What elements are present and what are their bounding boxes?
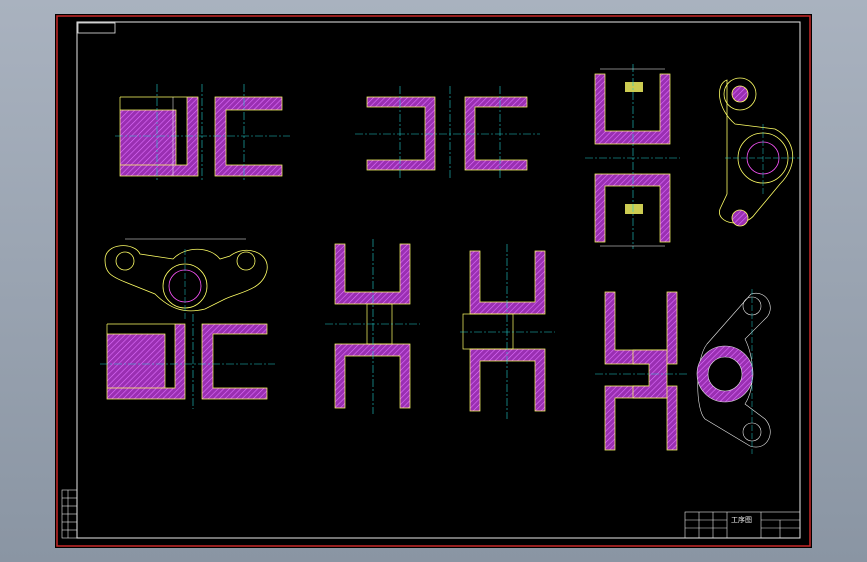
revision-side-table — [61, 489, 78, 539]
view-link-plan-right — [696, 289, 771, 454]
drawing-sheet: 工序图 — [55, 14, 812, 548]
cad-drawing: 工序图 — [56, 15, 811, 547]
view-section-g — [595, 291, 687, 451]
inner-frame — [76, 21, 801, 539]
view-link-plan-top — [719, 77, 800, 227]
title-block-name: 工序图 — [731, 515, 752, 524]
view-section-e — [325, 239, 420, 414]
drawing-number-box — [77, 22, 116, 34]
view-section-d — [100, 314, 275, 409]
view-link-plan-bottom — [104, 238, 268, 319]
view-section-a — [115, 84, 290, 182]
view-section-b — [355, 86, 540, 179]
view-section-f — [460, 244, 555, 419]
view-section-c — [585, 64, 680, 249]
